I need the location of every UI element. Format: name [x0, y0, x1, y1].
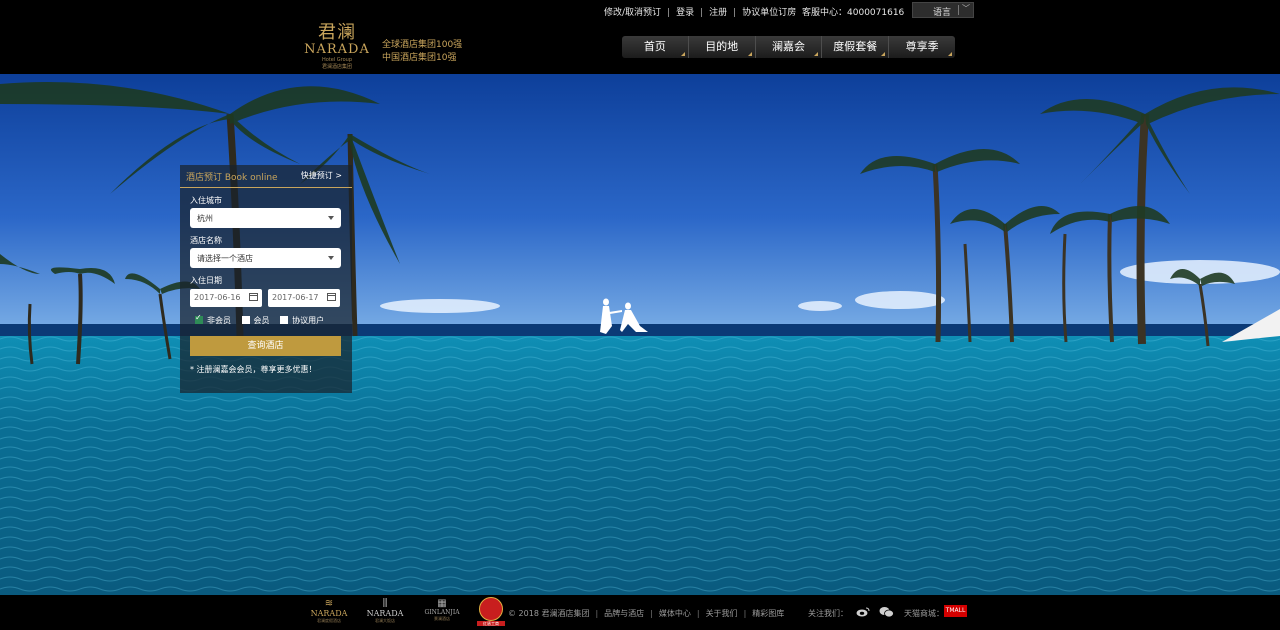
nav-label: 度假套餐	[833, 40, 878, 53]
main-nav: 首页 目的地 澜嘉会 度假套餐 尊享季	[622, 36, 955, 58]
corner-marker	[814, 52, 819, 56]
city-value: 杭州	[197, 214, 213, 223]
logo-sub-cn: 君澜酒店集团	[321, 64, 352, 70]
member-type-options: 非会员 会员 协议用户	[195, 313, 332, 326]
nav-label: 尊享季	[905, 40, 939, 53]
language-dropdown[interactable]: 语言 ﹀	[912, 2, 974, 18]
quick-booking-link[interactable]: 快捷预订 >	[301, 170, 342, 181]
footer-logo-sub: 君澜度假酒店	[317, 618, 341, 623]
footer-link-brands[interactable]: 品牌与酒店	[604, 609, 644, 618]
separator: |	[743, 609, 747, 618]
red-shield-emblem-icon[interactable]	[479, 597, 503, 621]
hotline: 客服中心：4000071616	[802, 5, 904, 18]
footer-logo-narada-grand[interactable]: ⫼ NARADA 君澜大饭店	[364, 598, 406, 624]
nav-item-club[interactable]: 澜嘉会	[756, 36, 823, 58]
corner-marker	[747, 52, 752, 56]
corner-marker	[881, 52, 886, 56]
group-tagline: 全球酒店集团100强 中国酒店集团10强	[382, 39, 462, 65]
city-label: 入住城市	[190, 196, 222, 205]
logo-mark: 君澜	[318, 22, 356, 43]
modify-booking-link[interactable]: 修改/取消预订	[604, 8, 661, 18]
non-member-label: 非会员	[207, 316, 231, 325]
nav-item-packages[interactable]: 度假套餐	[822, 36, 890, 58]
language-label: 语言	[933, 8, 952, 18]
register-link[interactable]: 注册	[709, 8, 727, 18]
login-link[interactable]: 登录	[676, 8, 694, 18]
date-label: 入住日期	[190, 276, 222, 285]
nav-label: 目的地	[705, 40, 739, 53]
top-utility-bar: 修改/取消预订 | 登录 | 注册 | 协议单位订房 客服中心：4000071616 语言 …	[0, 0, 1280, 21]
register-promo-link[interactable]: * 注册澜嘉会会员，尊享更多优惠！	[190, 364, 317, 375]
calendar-icon	[327, 293, 336, 301]
nav-label: 首页	[643, 40, 666, 53]
chevron-down-icon	[328, 216, 334, 220]
corner-marker	[947, 52, 952, 56]
tmall-label: 天猫商城：	[904, 609, 944, 618]
hotel-select[interactable]: 请选择一个酒店	[190, 248, 341, 268]
non-member-checkbox[interactable]	[195, 313, 203, 324]
separator: |	[733, 8, 737, 18]
footer-logo-ginlanjia[interactable]: ▦ GINLANJIA 景澜酒店	[418, 598, 466, 622]
nav-item-season[interactable]: 尊享季	[889, 36, 955, 58]
checkin-value: 2017-06-16	[194, 293, 241, 302]
chevron-down-icon: ﹀	[962, 4, 970, 13]
utility-links: 修改/取消预订 | 登录 | 注册 | 协议单位订房	[604, 5, 796, 18]
weibo-icon[interactable]	[856, 607, 870, 617]
corporate-user-label: 协议用户	[292, 316, 325, 325]
site-footer: ≋ NARADA 君澜度假酒店 ⫼ NARADA 君澜大饭店 ▦ GINLANJ…	[0, 595, 1280, 630]
emblem-caption: 红盾工商	[477, 621, 505, 626]
footer-link-gallery[interactable]: 精彩图库	[752, 609, 784, 618]
nav-item-home[interactable]: 首页	[622, 36, 689, 58]
separator: |	[595, 609, 599, 618]
booking-title: 酒店预订 Book online	[186, 173, 278, 183]
corner-marker	[680, 52, 685, 56]
footer-link-media[interactable]: 媒体中心	[659, 609, 691, 618]
checkin-date-input[interactable]: 2017-06-16	[190, 289, 262, 307]
tagline-global: 全球酒店集团100强	[382, 40, 463, 50]
hotline-label: 客服中心：	[802, 8, 848, 18]
footer-logo-name: NARADA	[366, 609, 404, 618]
narada-logo[interactable]: 君澜 NARADA Hotel Group 君澜酒店集团	[304, 23, 370, 73]
hotline-number: 4000071616	[847, 8, 905, 18]
hotel-label: 酒店名称	[190, 236, 222, 245]
city-select[interactable]: 杭州	[190, 208, 341, 228]
corporate-booking-link[interactable]: 协议单位订房	[742, 8, 796, 18]
chevron-down-icon	[328, 256, 334, 260]
booking-header: 酒店预订 Book online 快捷预订 >	[180, 165, 352, 188]
search-hotel-button[interactable]: 查询酒店	[190, 336, 341, 356]
footer-logo-sub: 景澜酒店	[434, 616, 450, 621]
site-header: 君澜 NARADA Hotel Group 君澜酒店集团 全球酒店集团100强 …	[0, 21, 1280, 74]
nav-label: 澜嘉会	[771, 40, 805, 53]
member-label: 会员	[253, 316, 270, 325]
follow-label: 关注我们：	[808, 609, 848, 618]
footer-logo-name: NARADA	[310, 609, 348, 618]
checkout-value: 2017-06-17	[272, 293, 319, 302]
tmall-badge[interactable]: TMALL	[944, 605, 967, 617]
logo-sub-en: Hotel Group	[321, 57, 353, 63]
checkout-date-input[interactable]: 2017-06-17	[268, 289, 340, 307]
footer-logo-name: GINLANJIA	[424, 609, 460, 616]
logo-brand: NARADA	[304, 42, 370, 57]
nav-item-destinations[interactable]: 目的地	[689, 36, 756, 58]
grid-icon: ▦	[437, 598, 447, 609]
wave-icon: ≋	[324, 598, 334, 609]
divider	[958, 5, 959, 15]
separator: |	[667, 8, 671, 18]
separator: |	[700, 8, 704, 18]
separator: |	[696, 609, 700, 618]
tagline-china: 中国酒店集团10强	[382, 53, 457, 63]
footer-logo-narada-resort[interactable]: ≋ NARADA 君澜度假酒店	[308, 598, 350, 624]
separator: |	[650, 609, 653, 618]
pillar-icon: ⫼	[382, 598, 388, 609]
booking-panel: 酒店预订 Book online 快捷预订 > 入住城市 杭州 酒店名称 请选择…	[180, 165, 352, 393]
footer-link-about[interactable]: 关于我们	[706, 609, 738, 618]
hotel-placeholder: 请选择一个酒店	[197, 254, 253, 263]
footer-logo-sub: 君澜大饭店	[375, 618, 395, 623]
footer-links: © 2018 君澜酒店集团 | 品牌与酒店 | 媒体中心 | 关于我们 | 精彩图库	[508, 608, 784, 619]
corporate-user-checkbox[interactable]	[280, 316, 289, 324]
wechat-icon[interactable]	[879, 606, 894, 618]
member-checkbox[interactable]	[241, 316, 250, 324]
copyright: © 2018 君澜酒店集团	[508, 609, 590, 618]
calendar-icon	[249, 293, 258, 301]
